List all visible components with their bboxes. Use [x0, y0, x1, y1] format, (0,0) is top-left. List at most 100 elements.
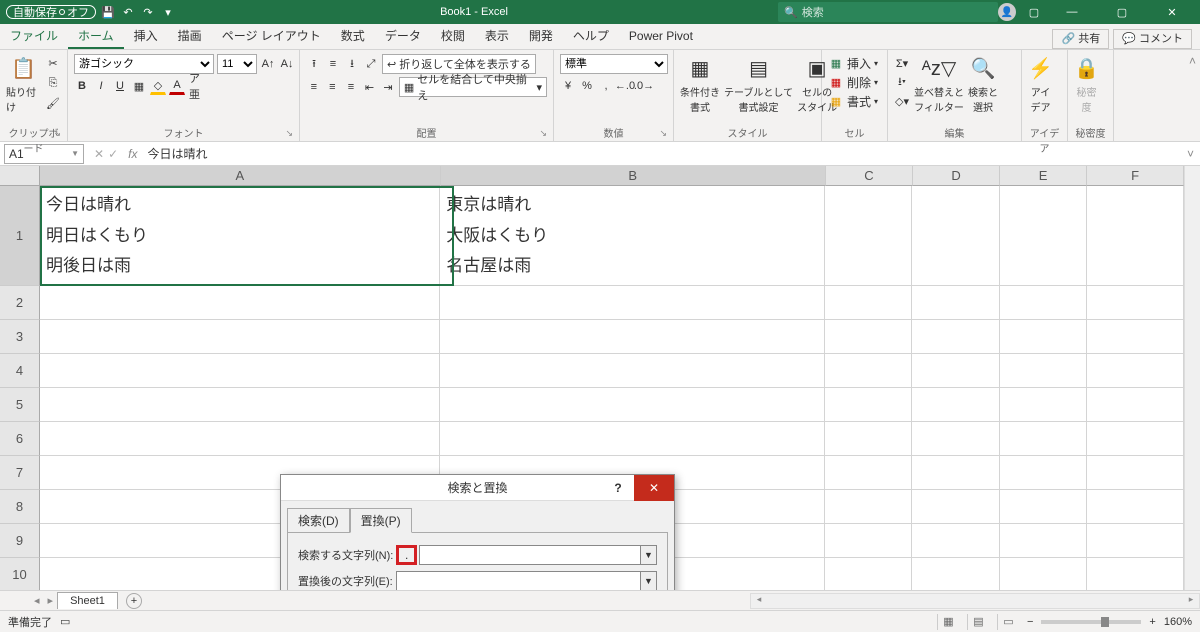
cancel-entry-icon[interactable]: ✕	[94, 147, 104, 161]
increase-decimal-icon[interactable]: ←.0	[617, 77, 633, 95]
copy-icon[interactable]: ⎘	[45, 74, 61, 92]
row-header[interactable]: 10	[0, 558, 40, 590]
redo-icon[interactable]: ↷	[140, 6, 156, 19]
cell[interactable]	[825, 422, 912, 456]
row-header[interactable]: 8	[0, 490, 40, 524]
replace-with-input[interactable]: ▼	[396, 571, 657, 590]
row-header[interactable]: 5	[0, 388, 40, 422]
macro-record-icon[interactable]: ▭	[60, 615, 70, 628]
cell[interactable]	[825, 456, 912, 490]
add-sheet-button[interactable]: +	[126, 593, 142, 609]
cell[interactable]	[1087, 422, 1184, 456]
cell[interactable]	[825, 524, 912, 558]
cell[interactable]	[40, 354, 440, 388]
qat-customize-icon[interactable]: ▾	[160, 6, 176, 19]
account-avatar[interactable]: 👤	[998, 3, 1016, 21]
cell[interactable]	[1000, 422, 1087, 456]
cell[interactable]	[40, 422, 440, 456]
tab-view[interactable]: 表示	[475, 23, 519, 49]
autosum-icon[interactable]: Σ▾	[894, 54, 910, 72]
currency-icon[interactable]: ¥	[560, 77, 576, 95]
cell[interactable]: 東京は晴れ 大阪はくもり 名古屋は雨	[440, 186, 825, 286]
tab-draw[interactable]: 描画	[168, 23, 212, 49]
fill-color-icon[interactable]: ◇	[150, 77, 166, 95]
column-header[interactable]: C	[826, 166, 913, 186]
cell[interactable]	[912, 524, 999, 558]
collapse-ribbon-icon[interactable]: ˄	[1189, 54, 1196, 68]
underline-button[interactable]: U	[112, 77, 128, 95]
cell[interactable]	[912, 286, 999, 320]
expand-formula-icon[interactable]: ˅	[1181, 147, 1200, 161]
row-header[interactable]: 6	[0, 422, 40, 456]
cell[interactable]	[912, 186, 999, 286]
tab-developer[interactable]: 開発	[519, 23, 563, 49]
select-all-corner[interactable]	[0, 166, 40, 186]
cell[interactable]	[825, 320, 912, 354]
insert-cells-button[interactable]: ▦挿入▾	[828, 54, 878, 72]
cell[interactable]	[40, 388, 440, 422]
cell[interactable]	[1000, 388, 1087, 422]
find-select-button[interactable]: 🔍検索と 選択	[968, 54, 998, 114]
sheet-nav-prev-icon[interactable]: ◂	[30, 594, 44, 607]
cell[interactable]	[1087, 456, 1184, 490]
cell[interactable]	[1000, 354, 1087, 388]
row-header[interactable]: 9	[0, 524, 40, 558]
align-bottom-icon[interactable]: ⭳	[344, 55, 360, 73]
chevron-down-icon[interactable]: ▼	[640, 572, 656, 590]
enter-entry-icon[interactable]: ✓	[108, 147, 118, 161]
search-box[interactable]: 🔍 検索	[778, 2, 998, 22]
cell[interactable]	[825, 286, 912, 320]
number-launcher[interactable]: ↘	[659, 128, 667, 139]
align-top-icon[interactable]: ⭱	[306, 55, 322, 73]
cut-icon[interactable]: ✂	[45, 54, 61, 72]
format-cells-button[interactable]: ▦書式▾	[828, 92, 878, 110]
phonetic-icon[interactable]: ア亜	[188, 77, 204, 95]
cell[interactable]	[912, 388, 999, 422]
cell[interactable]	[440, 388, 825, 422]
orientation-icon[interactable]: ⤢	[363, 55, 379, 73]
cell[interactable]	[1087, 388, 1184, 422]
tab-page-layout[interactable]: ページ レイアウト	[212, 23, 331, 49]
cell[interactable]	[1087, 354, 1184, 388]
zoom-slider[interactable]	[1041, 620, 1141, 624]
row-header[interactable]: 1	[0, 186, 40, 286]
cell[interactable]	[1087, 524, 1184, 558]
font-color-icon[interactable]: A	[169, 77, 185, 95]
tab-home[interactable]: ホーム	[68, 23, 124, 49]
decrease-decimal-icon[interactable]: .0→	[636, 77, 652, 95]
column-header[interactable]: B	[441, 166, 826, 186]
sensitivity-button[interactable]: 🔒秘密 度	[1074, 54, 1099, 114]
column-header[interactable]: D	[913, 166, 1000, 186]
cell[interactable]	[1087, 490, 1184, 524]
border-icon[interactable]: ▦	[131, 77, 147, 95]
undo-icon[interactable]: ↶	[120, 6, 136, 19]
cell[interactable]	[1000, 286, 1087, 320]
sheet-tab[interactable]: Sheet1	[57, 592, 118, 609]
merge-center-button[interactable]: ▦セルを結合して中央揃え▾	[399, 77, 547, 97]
column-header[interactable]: E	[1000, 166, 1087, 186]
font-launcher[interactable]: ↘	[285, 128, 293, 139]
fill-icon[interactable]: ⭳▾	[894, 73, 910, 91]
dialog-close-button[interactable]: ✕	[634, 475, 674, 501]
cell[interactable]	[912, 456, 999, 490]
cell[interactable]	[40, 286, 440, 320]
align-right-icon[interactable]: ≡	[343, 78, 359, 96]
minimize-button[interactable]: —	[1052, 6, 1092, 18]
ribbon-display-icon[interactable]: ▢	[1026, 6, 1042, 19]
cell[interactable]	[1000, 456, 1087, 490]
column-header[interactable]: F	[1087, 166, 1184, 186]
conditional-format-button[interactable]: ▦条件付き 書式	[680, 54, 720, 114]
tab-review[interactable]: 校閲	[431, 23, 475, 49]
horizontal-scrollbar[interactable]: ◂▸	[750, 593, 1200, 609]
cell[interactable]	[1000, 186, 1087, 286]
format-painter-icon[interactable]: 🖌	[45, 94, 61, 112]
cell[interactable]	[1000, 558, 1087, 590]
close-window-button[interactable]: ✕	[1152, 6, 1192, 19]
clear-icon[interactable]: ◇▾	[894, 92, 910, 110]
align-center-icon[interactable]: ≡	[325, 78, 341, 96]
dialog-tab-find[interactable]: 検索(D)	[287, 508, 350, 533]
page-layout-view-icon[interactable]: ▤	[967, 614, 989, 630]
comments-button[interactable]: 💬 コメント	[1113, 29, 1192, 49]
page-break-view-icon[interactable]: ▭	[997, 614, 1019, 630]
cell[interactable]	[912, 422, 999, 456]
